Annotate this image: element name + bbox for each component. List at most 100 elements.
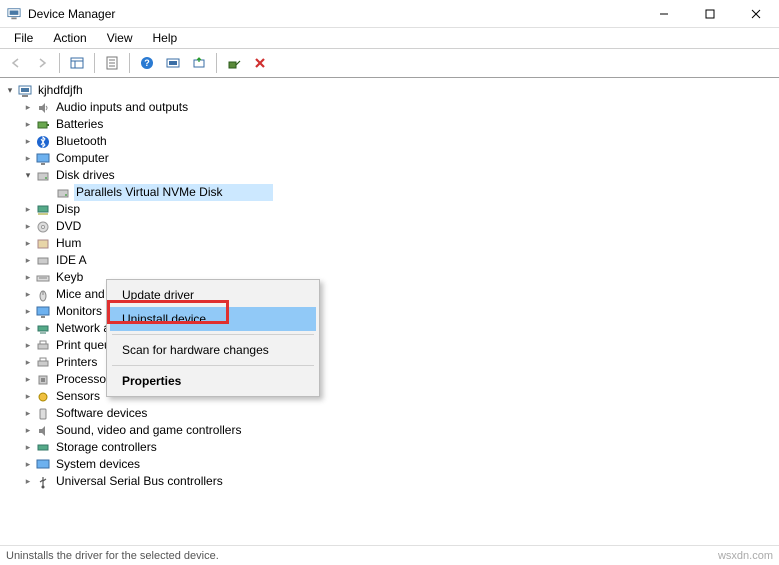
tree-item-software-devices[interactable]: ▸ Software devices: [0, 405, 779, 422]
expander-icon[interactable]: ▸: [22, 252, 34, 269]
expander-icon[interactable]: ▾: [22, 167, 34, 184]
tree-item-computer[interactable]: ▸ Computer: [0, 150, 779, 167]
tree-label: Sensors: [54, 388, 102, 405]
ctx-update-driver[interactable]: Update driver: [110, 283, 316, 307]
tree-root[interactable]: ▾ kjhdfdjfh: [0, 82, 779, 99]
tree-label: Storage controllers: [54, 439, 159, 456]
tree-label: DVD: [54, 218, 83, 235]
tree-item-batteries[interactable]: ▸ Batteries: [0, 116, 779, 133]
tree-label: Bluetooth: [54, 133, 109, 150]
update-driver-button[interactable]: [187, 51, 211, 75]
tree-label: IDE A: [54, 252, 89, 269]
dvd-icon: [35, 219, 51, 235]
uninstall-device-button[interactable]: [248, 51, 272, 75]
expander-icon[interactable]: ▸: [22, 99, 34, 116]
ide-icon: [35, 253, 51, 269]
ctx-scan-hardware[interactable]: Scan for hardware changes: [110, 338, 316, 362]
minimize-button[interactable]: [641, 0, 687, 27]
close-button[interactable]: [733, 0, 779, 27]
svg-text:?: ?: [144, 58, 150, 68]
expander-icon[interactable]: ▸: [22, 235, 34, 252]
window-title: Device Manager: [28, 7, 115, 21]
expander-icon[interactable]: ▸: [22, 201, 34, 218]
tree-label: Computer: [54, 150, 111, 167]
expander-icon[interactable]: ▸: [22, 354, 34, 371]
expander-icon[interactable]: ▸: [22, 320, 34, 337]
expander-icon[interactable]: ▸: [22, 405, 34, 422]
context-menu: Update driver Uninstall device Scan for …: [106, 279, 320, 397]
sensor-icon: [35, 389, 51, 405]
menu-file[interactable]: File: [6, 30, 41, 46]
ctx-uninstall-device[interactable]: Uninstall device: [110, 307, 316, 331]
hid-icon: [35, 236, 51, 252]
expander-icon[interactable]: ▸: [22, 337, 34, 354]
properties-button[interactable]: [100, 51, 124, 75]
context-menu-separator: [112, 334, 314, 335]
tree-item-diskdrives[interactable]: ▾ Disk drives: [0, 167, 779, 184]
tree-label: Monitors: [54, 303, 104, 320]
nav-back-button[interactable]: [4, 51, 28, 75]
software-device-icon: [35, 406, 51, 422]
tree-label: Batteries: [54, 116, 105, 133]
scan-hardware-button[interactable]: [161, 51, 185, 75]
tree-item-usb[interactable]: ▸ Universal Serial Bus controllers: [0, 473, 779, 490]
expander-icon[interactable]: ▸: [22, 133, 34, 150]
printer-icon: [35, 355, 51, 371]
titlebar: Device Manager: [0, 0, 779, 28]
print-queue-icon: [35, 338, 51, 354]
monitor-icon: [35, 304, 51, 320]
disk-icon: [55, 185, 71, 201]
expander-icon[interactable]: ▸: [22, 286, 34, 303]
tree-label: Audio inputs and outputs: [54, 99, 190, 116]
context-menu-separator: [112, 365, 314, 366]
expander-icon[interactable]: ▸: [22, 150, 34, 167]
menu-help[interactable]: Help: [145, 30, 186, 46]
show-hide-console-button[interactable]: [65, 51, 89, 75]
expander-icon[interactable]: ▸: [22, 371, 34, 388]
tree-item-bluetooth[interactable]: ▸ Bluetooth: [0, 133, 779, 150]
tree-root-label: kjhdfdjfh: [36, 82, 85, 99]
maximize-button[interactable]: [687, 0, 733, 27]
device-tree[interactable]: ▾ kjhdfdjfh ▸ Audio inputs and outputs ▸…: [0, 78, 779, 545]
tree-item-ide[interactable]: ▸ IDE A: [0, 252, 779, 269]
battery-icon: [35, 117, 51, 133]
expander-icon[interactable]: ▸: [22, 439, 34, 456]
expander-icon[interactable]: ▸: [22, 422, 34, 439]
tree-item-sound[interactable]: ▸ Sound, video and game controllers: [0, 422, 779, 439]
tree-item-storage[interactable]: ▸ Storage controllers: [0, 439, 779, 456]
mouse-icon: [35, 287, 51, 303]
menu-view[interactable]: View: [99, 30, 141, 46]
toolbar: ?: [0, 48, 779, 78]
disk-icon: [35, 168, 51, 184]
expander-icon[interactable]: ▾: [4, 82, 16, 99]
ctx-properties[interactable]: Properties: [110, 369, 316, 393]
status-text: Uninstalls the driver for the selected d…: [6, 550, 219, 562]
expander-icon[interactable]: ▸: [22, 473, 34, 490]
nav-forward-button[interactable]: [30, 51, 54, 75]
tree-label: Universal Serial Bus controllers: [54, 473, 225, 490]
expander-icon[interactable]: ▸: [22, 388, 34, 405]
expander-icon[interactable]: ▸: [22, 303, 34, 320]
status-bar: Uninstalls the driver for the selected d…: [0, 545, 779, 565]
device-manager-icon: [6, 6, 22, 22]
expander-icon[interactable]: ▸: [22, 456, 34, 473]
tree-item-audio[interactable]: ▸ Audio inputs and outputs: [0, 99, 779, 116]
toolbar-separator: [129, 53, 130, 73]
tree-label: Hum: [54, 235, 83, 252]
display-adapter-icon: [35, 202, 51, 218]
enable-device-button[interactable]: [222, 51, 246, 75]
tree-item-hid[interactable]: ▸ Hum: [0, 235, 779, 252]
expander-icon[interactable]: ▸: [22, 116, 34, 133]
toolbar-separator: [59, 53, 60, 73]
monitor-icon: [35, 151, 51, 167]
keyboard-icon: [35, 270, 51, 286]
help-button[interactable]: ?: [135, 51, 159, 75]
expander-icon[interactable]: ▸: [22, 218, 34, 235]
tree-item-disk-child[interactable]: Parallels Virtual NVMe Disk: [0, 184, 779, 201]
expander-icon[interactable]: ▸: [22, 269, 34, 286]
tree-item-dvd[interactable]: ▸ DVD: [0, 218, 779, 235]
tree-item-system[interactable]: ▸ System devices: [0, 456, 779, 473]
tree-item-display[interactable]: ▸ Disp: [0, 201, 779, 218]
menu-action[interactable]: Action: [45, 30, 94, 46]
cpu-icon: [35, 372, 51, 388]
